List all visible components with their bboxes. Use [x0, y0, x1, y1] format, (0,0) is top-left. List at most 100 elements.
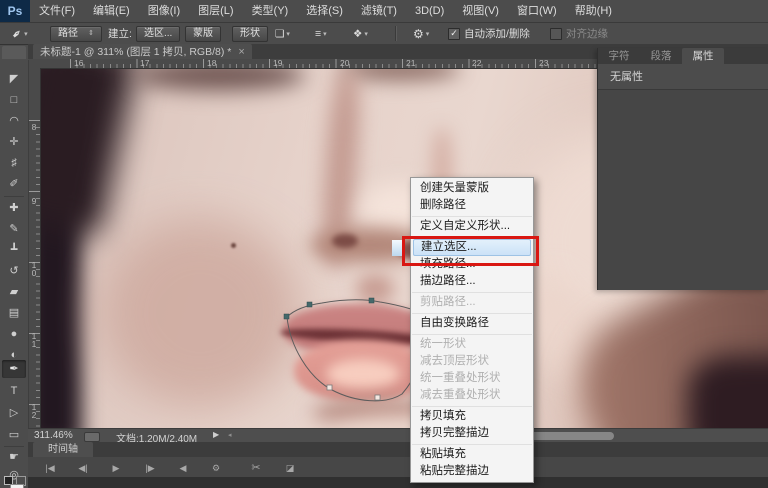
ps-logo: Ps — [0, 0, 30, 22]
shape-tool[interactable]: ▭ — [0, 426, 28, 444]
brush-tool[interactable]: ✎ — [0, 220, 28, 238]
path-arrangement-button[interactable]: ❖▾ — [353, 23, 368, 44]
tool-options-bar: ✒▾ 路径⇕ 建立: 选区... 蒙版 形状 ❏▾ ≡▾ ❖▾ ⚙▾ ✓自动添加… — [0, 23, 768, 45]
menu-item-copy-fill[interactable]: 拷贝填充 — [411, 408, 533, 425]
history-brush-tool[interactable]: ↺ — [0, 262, 28, 280]
auto-add-delete-label: 自动添加/删除 — [464, 26, 530, 41]
menu-filter[interactable]: 滤镜(T) — [352, 0, 406, 22]
properties-panel: 字符 段落 属性 无属性 — [597, 48, 768, 290]
play-button[interactable]: ▶ — [103, 460, 129, 476]
previous-frame-button[interactable]: ◀| — [70, 460, 96, 476]
menu-item-subtract-front-shape: 减去顶层形状 — [411, 353, 533, 370]
path-selection-tool[interactable]: ▷ — [0, 404, 28, 422]
ruler-tick-label: 12 — [29, 402, 39, 418]
menu-edit[interactable]: 编辑(E) — [84, 0, 139, 22]
make-selection-button[interactable]: 选区... — [136, 23, 180, 44]
eraser-tool[interactable]: ▰ — [0, 283, 28, 301]
path-anchor-point — [369, 298, 374, 303]
menu-item-unite-overlap: 统一重叠处形状 — [411, 370, 533, 387]
menu-image[interactable]: 图像(I) — [139, 0, 189, 22]
ruler-tick-label: 23 — [539, 58, 548, 68]
panel-content-label: 无属性 — [598, 64, 768, 90]
split-clip-scissors-icon[interactable]: ✂ — [243, 460, 269, 476]
menu-file[interactable]: 文件(F) — [30, 0, 84, 22]
checkbox-checked-icon: ✓ — [448, 28, 460, 40]
path-alignment-button[interactable]: ≡▾ — [315, 23, 327, 44]
ruler-tick-label: 17 — [140, 58, 149, 68]
timeline-tab-bar: 时间轴 — [28, 442, 768, 457]
tab-character[interactable]: 字符 — [598, 48, 640, 64]
menu-view[interactable]: 视图(V) — [453, 0, 508, 22]
pen-tool-icon[interactable]: ✒▾ — [12, 23, 28, 44]
crop-tool[interactable]: ♯ — [0, 154, 28, 172]
menu-item-paste-full-stroke[interactable]: 粘贴完整描边 — [411, 463, 533, 480]
path-anchor-point — [307, 302, 312, 307]
menu-item-subtract-overlap: 减去重叠处形状 — [411, 387, 533, 404]
ruler-tick-label: 16 — [74, 58, 83, 68]
menu-layer[interactable]: 图层(L) — [189, 0, 242, 22]
checkbox-unchecked-icon — [550, 28, 562, 40]
tools-panel: ◤ □ ◠ ✛ ♯ ✐ ✚ ✎ ┻ ↺ ▰ ▤ ● ◐ ✒ T ▷ ▭ ☛ ◎ — [0, 60, 29, 488]
ruler-tick-label: 20 — [340, 58, 349, 68]
photoshop-window: Ps 文件(F) 编辑(E) 图像(I) 图层(L) 类型(Y) 选择(S) 滤… — [0, 0, 768, 488]
next-frame-button[interactable]: |▶ — [137, 460, 163, 476]
timeline-panel: 时间轴 |◀ ◀| ▶ |▶ ◀ ⚙ ✂ ◪ — [28, 442, 768, 488]
zoom-level-field[interactable]: 311.46% — [34, 430, 73, 441]
tab-properties[interactable]: 属性 — [682, 48, 724, 64]
menu-separator — [412, 313, 532, 314]
close-icon[interactable]: × — [238, 46, 244, 58]
menu-window[interactable]: 窗口(W) — [508, 0, 566, 22]
status-flyout-icon[interactable]: ▶ — [213, 430, 219, 439]
chevron-down-icon: ▾ — [323, 30, 327, 38]
menu-item-create-vector-mask[interactable]: 创建矢量蒙版 — [411, 180, 533, 197]
gear-icon[interactable]: ⚙▾ — [413, 23, 429, 44]
vertical-ruler: 8 9 10 11 12 — [28, 68, 41, 428]
menu-item-stroke-path[interactable]: 描边路径... — [411, 273, 533, 290]
ruler-tick-label: 19 — [273, 58, 282, 68]
marquee-tool[interactable]: □ — [0, 91, 28, 109]
make-shape-button[interactable]: 形状 — [232, 23, 268, 44]
make-mask-button[interactable]: 蒙版 — [185, 23, 221, 44]
blur-tool[interactable]: ● — [0, 325, 28, 343]
gradient-tool[interactable]: ▤ — [0, 304, 28, 322]
audio-button[interactable]: ◀ — [170, 460, 196, 476]
updown-arrows-icon: ⇕ — [88, 28, 94, 40]
tab-timeline[interactable]: 时间轴 — [33, 442, 93, 457]
first-frame-button[interactable]: |◀ — [37, 460, 63, 476]
menu-item-paste-fill[interactable]: 粘贴填充 — [411, 446, 533, 463]
chevron-down-icon: ▾ — [364, 30, 368, 38]
tab-paragraph[interactable]: 段落 — [640, 48, 682, 64]
toolbar-header[interactable] — [2, 46, 26, 59]
menu-item-define-custom-shape[interactable]: 定义自定义形状... — [411, 218, 533, 235]
menu-3d[interactable]: 3D(D) — [406, 0, 453, 22]
quick-selection-tool[interactable]: ✛ — [0, 133, 28, 151]
menu-item-copy-full-stroke[interactable]: 拷贝完整描边 — [411, 425, 533, 442]
transition-button[interactable]: ◪ — [277, 460, 303, 476]
pen-tool[interactable]: ✒ — [2, 360, 26, 378]
lasso-tool[interactable]: ◠ — [0, 112, 28, 130]
menu-type[interactable]: 类型(Y) — [243, 0, 298, 22]
menu-item-delete-path[interactable]: 删除路径 — [411, 197, 533, 214]
menu-separator — [412, 444, 532, 445]
spot-healing-tool[interactable]: ✚ — [0, 199, 28, 217]
clone-stamp-tool[interactable]: ┻ — [0, 241, 28, 259]
move-tool[interactable]: ◤ — [0, 70, 28, 88]
menu-select[interactable]: 选择(S) — [297, 0, 352, 22]
chevron-down-icon: ▾ — [426, 30, 430, 38]
menu-separator — [412, 216, 532, 217]
tool-mode-select[interactable]: 路径⇕ — [50, 23, 102, 44]
options-separator — [395, 26, 397, 41]
hand-tool[interactable]: ☛ — [0, 448, 28, 466]
ruler-tick-label: 9 — [29, 196, 39, 204]
menu-separator — [412, 334, 532, 335]
panel-tab-bar: 字符 段落 属性 — [598, 48, 768, 64]
type-tool[interactable]: T — [0, 382, 28, 400]
auto-add-delete-checkbox[interactable]: ✓ 自动添加/删除 — [448, 23, 530, 44]
path-operations-button[interactable]: ❏▾ — [275, 23, 290, 44]
timeline-settings-gear-icon[interactable]: ⚙ — [203, 460, 229, 476]
scrollbar-left-arrow-icon[interactable]: ◂ — [228, 431, 232, 439]
align-edges-checkbox: 对齐边缘 — [550, 23, 608, 44]
menu-help[interactable]: 帮助(H) — [566, 0, 621, 22]
eyedropper-tool[interactable]: ✐ — [0, 175, 28, 193]
menu-item-free-transform-path[interactable]: 自由变换路径 — [411, 315, 533, 332]
